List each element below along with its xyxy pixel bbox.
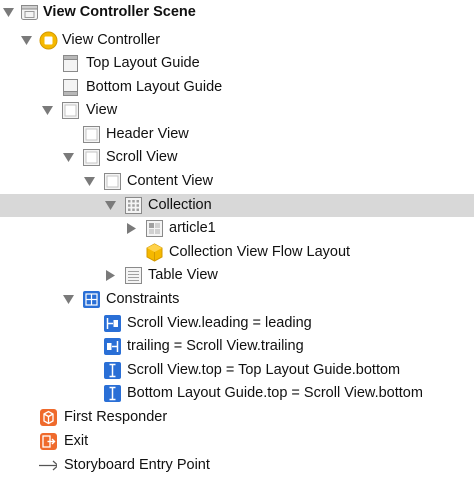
- outline-row-first-responder[interactable]: First Responder: [0, 406, 474, 429]
- collection-view-icon: [124, 196, 143, 215]
- horizontal-constraint-icon: [103, 314, 122, 333]
- constraint-trailing-label: trailing = Scroll View.trailing: [127, 338, 304, 354]
- outline-row-flow-layout[interactable]: Collection View Flow Layout: [0, 241, 474, 264]
- outline-row-header-view[interactable]: Header View: [0, 123, 474, 146]
- outline-row-collection[interactable]: Collection: [0, 194, 474, 217]
- outline-row-constraint-trailing[interactable]: trailing = Scroll View.trailing: [0, 335, 474, 358]
- collection-cell-icon: [145, 219, 164, 238]
- constraints-icon: [82, 290, 101, 309]
- view-label: View: [86, 102, 118, 118]
- outline-row-table-view[interactable]: Table View: [0, 264, 474, 287]
- disclosure-expanded-icon[interactable]: [21, 35, 32, 46]
- disclosure-collapsed-icon[interactable]: [126, 223, 137, 234]
- constraint-bottom-label: Bottom Layout Guide.top = Scroll View.bo…: [127, 385, 423, 401]
- collection-label: Collection: [148, 197, 212, 213]
- bottom-layout-guide-label: Bottom Layout Guide: [86, 79, 223, 95]
- outline-row-content-view[interactable]: Content View: [0, 170, 474, 193]
- first-responder-label: First Responder: [64, 409, 168, 425]
- outline-row-top-layout-guide[interactable]: Top Layout Guide: [0, 52, 474, 75]
- outline-row-constraints[interactable]: Constraints: [0, 288, 474, 311]
- header-view-label: Header View: [106, 126, 189, 142]
- document-outline: View Controller Scene View Controller To…: [0, 0, 474, 492]
- content-view-label: Content View: [127, 173, 213, 189]
- disclosure-expanded-icon[interactable]: [3, 7, 14, 18]
- view-controller-label: View Controller: [62, 32, 161, 48]
- layout-guide-icon: [61, 54, 80, 73]
- constraints-label: Constraints: [106, 291, 180, 307]
- view-icon: [103, 172, 122, 191]
- table-view-icon: [124, 266, 143, 285]
- outline-row-exit[interactable]: Exit: [0, 430, 474, 453]
- outline-row-view[interactable]: View: [0, 99, 474, 122]
- top-layout-guide-label: Top Layout Guide: [86, 55, 200, 71]
- outline-row-article1[interactable]: article1: [0, 217, 474, 240]
- disclosure-collapsed-icon[interactable]: [105, 270, 116, 281]
- constraint-top-label: Scroll View.top = Top Layout Guide.botto…: [127, 362, 401, 378]
- exit-label: Exit: [64, 433, 89, 449]
- disclosure-expanded-icon[interactable]: [42, 105, 53, 116]
- outline-row-constraint-top[interactable]: Scroll View.top = Top Layout Guide.botto…: [0, 359, 474, 382]
- flow-layout-icon: [145, 243, 164, 262]
- outline-row-constraint-bottom[interactable]: Bottom Layout Guide.top = Scroll View.bo…: [0, 382, 474, 405]
- first-responder-icon: [39, 408, 58, 427]
- entry-point-label: Storyboard Entry Point: [64, 457, 210, 473]
- outline-row-scene[interactable]: View Controller Scene: [0, 1, 474, 24]
- article1-label: article1: [169, 220, 216, 236]
- scroll-view-label: Scroll View: [106, 149, 178, 165]
- disclosure-expanded-icon[interactable]: [63, 294, 74, 305]
- horizontal-constraint-icon: [103, 337, 122, 356]
- constraint-leading-label: Scroll View.leading = leading: [127, 315, 312, 331]
- disclosure-expanded-icon[interactable]: [84, 176, 95, 187]
- disclosure-expanded-icon[interactable]: [63, 152, 74, 163]
- view-icon: [82, 125, 101, 144]
- outline-row-entry-point[interactable]: Storyboard Entry Point: [0, 454, 474, 477]
- scroll-view-icon: [82, 148, 101, 167]
- outline-row-constraint-leading[interactable]: Scroll View.leading = leading: [0, 312, 474, 335]
- entry-point-arrow-icon: [38, 456, 57, 475]
- outline-row-scroll-view[interactable]: Scroll View: [0, 146, 474, 169]
- table-view-label: Table View: [148, 267, 218, 283]
- scene-label: View Controller Scene: [43, 4, 196, 20]
- exit-icon: [39, 432, 58, 451]
- flow-layout-label: Collection View Flow Layout: [169, 244, 351, 260]
- view-controller-icon: [39, 31, 58, 50]
- outline-row-view-controller[interactable]: View Controller: [0, 29, 474, 52]
- disclosure-expanded-icon[interactable]: [105, 200, 116, 211]
- outline-row-bottom-layout-guide[interactable]: Bottom Layout Guide: [0, 76, 474, 99]
- view-icon: [61, 101, 80, 120]
- scene-icon: [20, 3, 39, 22]
- vertical-constraint-icon: [103, 361, 122, 380]
- vertical-constraint-icon: [103, 384, 122, 403]
- layout-guide-icon: [61, 78, 80, 97]
